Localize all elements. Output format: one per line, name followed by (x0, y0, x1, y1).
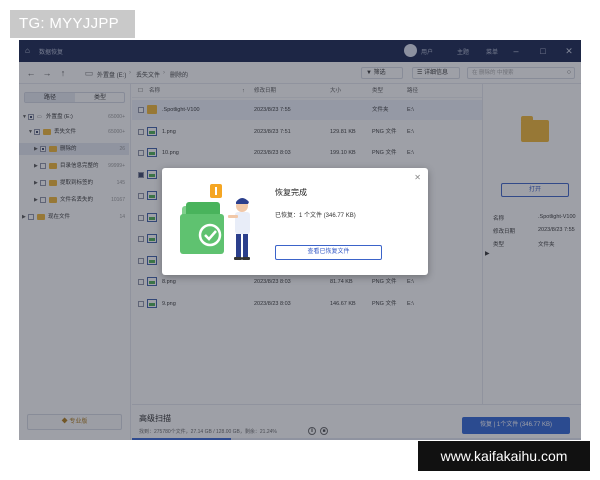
view-recovered-button[interactable]: 查看已恢复文件 (275, 245, 382, 260)
dialog-message: 已恢复：1 个文件 (346.77 KB) (275, 213, 356, 219)
recovery-complete-dialog: ✕ 恢复完成 已恢复：1 个文件 (346.77 KB) 查看已恢复文件 (162, 168, 428, 275)
dialog-title: 恢复完成 (275, 188, 307, 197)
watermark-bottom-right: www.kaifakaihu.com (418, 441, 590, 471)
close-icon[interactable]: ✕ (414, 173, 421, 182)
recovery-illustration (180, 184, 250, 260)
watermark-top-left: TG: MYYJJPP (10, 10, 135, 38)
